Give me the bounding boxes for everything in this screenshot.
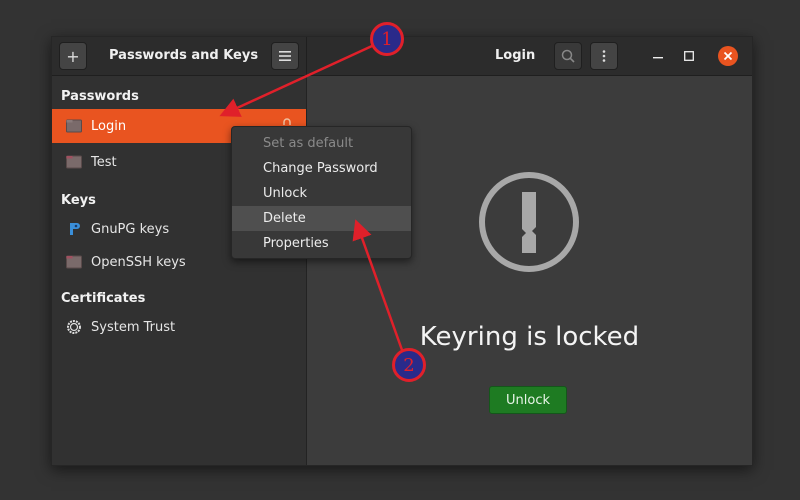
hamburger-icon [279,51,291,61]
minimize-button[interactable] [647,45,669,67]
content-title: Login [495,48,536,63]
app-title: Passwords and Keys [109,48,259,63]
keyring-status-text: Keyring is locked [419,322,640,352]
menu-item-unlock[interactable]: Unlock [232,181,411,206]
plus-icon: + [66,46,80,66]
context-menu: Set as default Change Password Unlock De… [231,126,412,259]
sidebar-item-label: Login [91,118,127,134]
maximize-icon [684,51,694,61]
section-title-certificates: Certificates [61,291,146,306]
gnupg-key-icon [65,221,83,237]
sidebar-item-label: OpenSSH keys [91,254,186,270]
unlock-button[interactable]: Unlock [489,386,567,414]
folder-icon [65,254,83,270]
close-icon [718,46,738,66]
sidebar-item-label: System Trust [91,319,176,335]
menu-item-delete[interactable]: Delete [232,206,411,231]
main-menu-button[interactable] [271,42,299,70]
keyring-locked-icon [479,172,579,272]
search-icon [561,49,575,63]
folder-icon [65,118,83,134]
menu-item-properties[interactable]: Properties [232,231,411,256]
sidebar-item-system-trust[interactable]: System Trust [52,310,306,344]
vertical-dots-icon [602,50,606,62]
sidebar-item-label: Test [91,154,117,170]
add-button[interactable]: + [59,42,87,70]
certificate-icon [65,319,83,335]
annotation-marker-2: 2 [392,348,426,382]
more-options-button[interactable] [590,42,618,70]
menu-item-change-password[interactable]: Change Password [232,156,411,181]
search-button[interactable] [554,42,582,70]
annotation-marker-1: 1 [370,22,404,56]
sidebar-item-label: GnuPG keys [91,221,170,237]
maximize-button[interactable] [678,45,700,67]
section-title-passwords: Passwords [61,89,139,104]
close-button[interactable] [717,45,739,67]
minimize-icon [653,57,663,59]
header-bar-left: + Passwords and Keys [52,37,307,75]
folder-icon [65,154,83,170]
section-title-keys: Keys [61,193,96,208]
menu-item-set-as-default: Set as default [263,136,354,151]
